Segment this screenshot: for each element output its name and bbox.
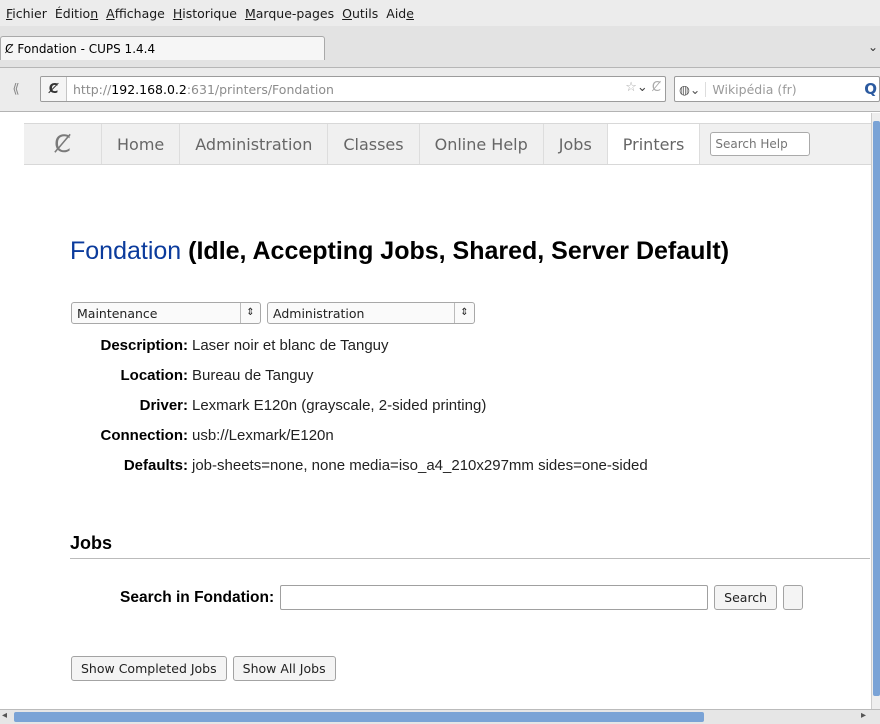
help-search	[700, 124, 811, 164]
menu-historique[interactable]: Historique	[171, 6, 243, 21]
info-row-description: Description: Laser noir et blanc de Tang…	[100, 337, 389, 354]
job-search-label: Search in Fondation:	[120, 588, 275, 606]
scroll-right-icon[interactable]: ▸	[861, 710, 866, 721]
bookmark-star-icon[interactable]: ☆	[625, 80, 637, 95]
select-updown-icon: ⇕	[240, 303, 260, 323]
menu-outils[interactable]: Outils	[340, 6, 384, 21]
show-all-jobs-button[interactable]: Show All Jobs	[232, 656, 336, 681]
menu-aide[interactable]: Aide	[384, 6, 420, 21]
maintenance-select[interactable]: Maintenance ⇕	[71, 302, 261, 324]
printer-info: Description: Laser noir et blanc de Tang…	[70, 337, 648, 487]
horizontal-scrollbar[interactable]: ◂ ▸	[0, 709, 880, 724]
help-search-input[interactable]	[710, 132, 811, 156]
cups-logo-icon[interactable]: Ȼ	[24, 124, 102, 164]
select-updown-icon: ⇕	[454, 303, 474, 323]
menu-marque-pages[interactable]: Marque-pages	[243, 6, 340, 21]
navigation-bar: ⟪ Ȼ http://192.168.0.2:631/printers/Fond…	[0, 68, 880, 112]
browser-tab[interactable]: Ȼ Fondation - CUPS 1.4.4	[0, 36, 325, 60]
back-arrow-icon: ⟪	[12, 82, 20, 97]
info-row-location: Location: Bureau de Tanguy	[120, 367, 314, 384]
page-title: Fondation (Idle, Accepting Jobs, Shared,…	[70, 237, 729, 266]
scroll-left-icon[interactable]: ◂	[2, 710, 7, 721]
search-engine-icon[interactable]: ◍⌄	[675, 81, 707, 97]
printer-name-link[interactable]: Fondation	[70, 237, 181, 265]
nav-classes[interactable]: Classes	[328, 124, 420, 164]
web-search-box[interactable]: ◍⌄ Wikipédia (fr) Q	[674, 76, 880, 102]
job-search-input[interactable]	[280, 585, 709, 610]
nav-printers[interactable]: Printers	[607, 124, 701, 164]
job-search-form: Search in Fondation: Search	[120, 585, 804, 610]
page-viewport: Ȼ Home Administration Classes Online Hel…	[0, 113, 880, 709]
cups-navigation: Ȼ Home Administration Classes Online Hel…	[24, 123, 880, 165]
printer-status: (Idle, Accepting Jobs, Shared, Server De…	[181, 237, 730, 265]
menu-bar: Fichier Édition Affichage Historique Mar…	[0, 0, 880, 26]
menu-fichier[interactable]: Fichier	[4, 6, 53, 21]
reload-icon[interactable]: Ȼ	[652, 80, 661, 95]
info-row-driver: Driver: Lexmark E120n (grayscale, 2-side…	[139, 397, 487, 414]
web-search-placeholder: Wikipédia (fr)	[712, 81, 797, 97]
nav-home[interactable]: Home	[102, 124, 181, 164]
search-icon[interactable]: Q	[864, 80, 877, 98]
url-tools: ☆⌄ Ȼ	[625, 80, 661, 95]
site-identity-icon[interactable]: Ȼ	[41, 77, 67, 101]
menu-affichage[interactable]: Affichage	[104, 6, 171, 21]
nav-online-help[interactable]: Online Help	[420, 124, 544, 164]
cups-favicon-icon: Ȼ	[5, 41, 14, 56]
url-text: http://192.168.0.2:631/printers/Fondatio…	[73, 81, 334, 97]
clear-button[interactable]	[783, 585, 804, 610]
administration-select[interactable]: Administration ⇕	[267, 302, 475, 324]
printer-action-selects: Maintenance ⇕ Administration ⇕	[71, 302, 475, 324]
url-history-dropdown-icon[interactable]: ⌄	[637, 80, 648, 95]
horizontal-scroll-thumb[interactable]	[14, 712, 704, 722]
tab-strip: Ȼ Fondation - CUPS 1.4.4 ⌄	[0, 26, 880, 68]
vertical-scrollbar[interactable]	[871, 113, 880, 709]
show-completed-jobs-button[interactable]: Show Completed Jobs	[71, 656, 227, 681]
job-list-buttons: Show Completed Jobs Show All Jobs	[71, 656, 336, 681]
nav-jobs[interactable]: Jobs	[544, 124, 608, 164]
search-button[interactable]: Search	[714, 585, 778, 610]
url-bar[interactable]: Ȼ http://192.168.0.2:631/printers/Fondat…	[40, 76, 666, 102]
back-button[interactable]: ⟪	[4, 79, 28, 101]
tab-title: Fondation - CUPS 1.4.4	[17, 41, 156, 56]
info-row-connection: Connection: usb://Lexmark/E120n	[100, 427, 334, 444]
vertical-scroll-thumb[interactable]	[873, 121, 880, 696]
nav-administration[interactable]: Administration	[180, 124, 329, 164]
info-row-defaults: Defaults: job-sheets=none, none media=is…	[123, 457, 648, 474]
jobs-heading: Jobs	[70, 533, 870, 559]
tab-list-chevron-icon[interactable]: ⌄	[868, 40, 878, 54]
menu-edition[interactable]: Édition	[53, 6, 104, 21]
